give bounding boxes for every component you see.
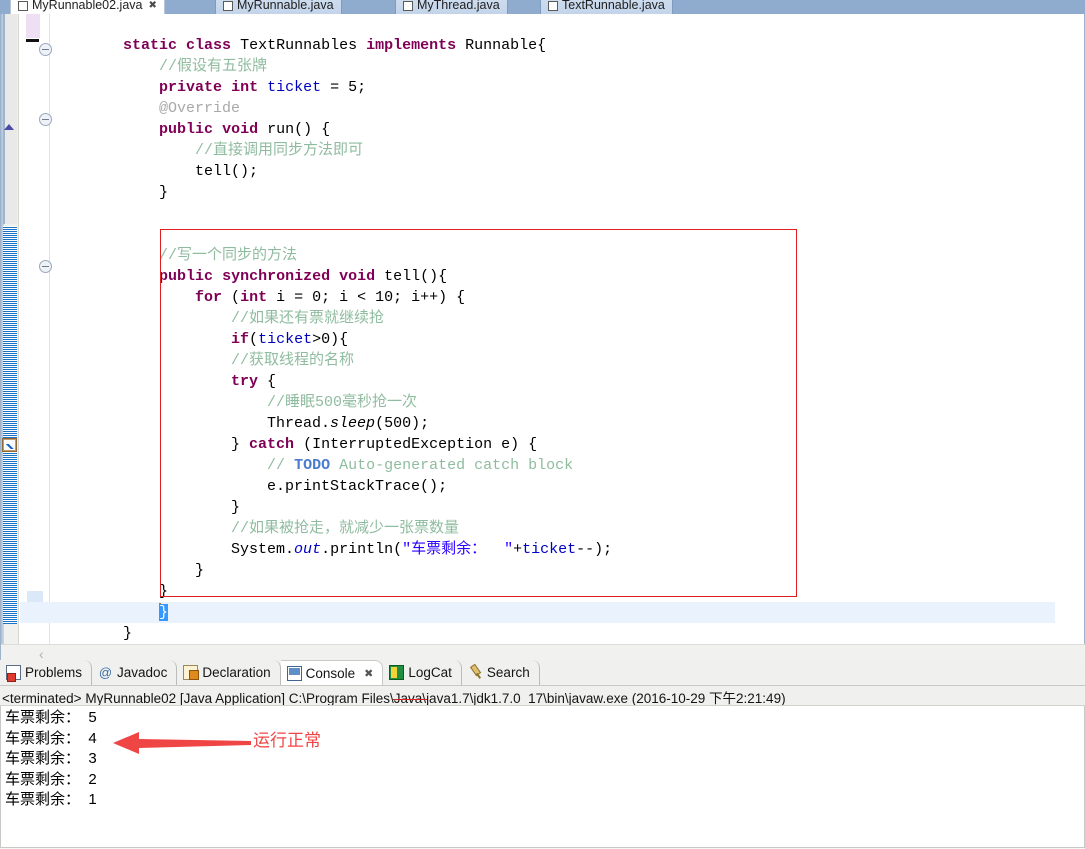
code-line-current[interactable]: } [20, 602, 1055, 623]
editor-overview-ruler[interactable] [1, 14, 19, 644]
launch-timestamp: (2016-10-29 下午2:21:49) [631, 691, 786, 706]
code-line[interactable]: e.printStackTrace(); [51, 476, 1084, 497]
gutter-black-marker [26, 39, 39, 42]
code-line[interactable]: public synchronized void tell(){ [51, 266, 1084, 287]
close-icon[interactable]: ✖ [149, 0, 157, 11]
code-line[interactable]: //如果被抢走，就减少一张票数量 [51, 518, 1084, 539]
ruler-upper-block[interactable] [3, 14, 17, 224]
code-line[interactable]: //假设有五张牌 [51, 56, 1084, 77]
ruler-track[interactable] [3, 14, 17, 644]
java-file-icon [223, 1, 233, 11]
bottom-tab-problems[interactable]: Problems [0, 660, 93, 685]
terminated-status: <terminated> [2, 691, 82, 706]
console-icon [286, 665, 302, 681]
bottom-tab-declaration[interactable]: Declaration [177, 660, 281, 685]
bottom-tab-label: Console [305, 665, 356, 681]
bottom-tab-console[interactable]: Console ✖ [280, 660, 384, 685]
code-line[interactable]: //直接调用同步方法即可 [51, 140, 1084, 161]
console-output-line: 车票剩余： 5 [5, 709, 97, 726]
close-icon[interactable]: ✖ [364, 667, 373, 680]
console-output-line: 车票剩余： 2 [5, 770, 97, 788]
bottom-tab-search[interactable]: Search [462, 660, 540, 685]
editor-tab-textrunnable-java[interactable]: TextRunnable.java [540, 0, 673, 14]
code-line[interactable]: if(ticket>0){ [51, 329, 1084, 350]
code-line[interactable]: public void run() { [51, 119, 1084, 140]
javadoc-icon: @ [98, 665, 113, 680]
console-launch-description: <terminated> MyRunnable02 [Java Applicat… [0, 686, 1085, 706]
code-content[interactable]: static class TextRunnables implements Ru… [20, 14, 1084, 644]
code-line[interactable]: @Override [51, 98, 1084, 119]
code-line[interactable]: private int ticket = 5; [51, 77, 1084, 98]
console-output-line: 车票剩余： 3 [5, 750, 97, 767]
launch-path-prefix: C:\Program Files\ [288, 691, 394, 706]
code-line[interactable]: //获取线程的名称 [51, 350, 1084, 371]
launch-path-struck-segment: Java\ [393, 691, 427, 706]
gutter-change-marker [26, 14, 40, 38]
search-icon [465, 662, 486, 683]
code-line[interactable] [51, 203, 1084, 224]
code-line[interactable]: //睡眠500毫秒抢一次 [51, 392, 1084, 413]
editor-tab-label: MyRunnable02.java [32, 0, 143, 12]
launch-path-suffix: java1.7\jdk1.7.0_17\bin\javaw.exe [426, 691, 628, 706]
code-line[interactable]: System.out.println("车票剩余： "+ticket--); [51, 539, 1084, 560]
code-line[interactable]: //写一个同步的方法 [51, 245, 1084, 266]
selected-brace[interactable]: } [159, 604, 169, 621]
code-line[interactable]: tell(); [51, 161, 1084, 182]
editor-tab-myrunnable02-java[interactable]: MyRunnable02.java ✖ [10, 0, 165, 14]
java-source-editor[interactable]: static class TextRunnables implements Ru… [0, 14, 1085, 662]
console-output-area[interactable]: 车票剩余： 5 车票剩余： 4 车票剩余： 3 车票剩余： 2 车票剩余： 1 [0, 706, 1085, 848]
ruler-selection-block[interactable] [3, 226, 17, 624]
bottom-view-panel: Problems @ Javadoc Declaration Console ✖ LogCa… [0, 660, 1085, 849]
bottom-tab-logcat[interactable]: LogCat [383, 660, 462, 685]
launch-program-name: MyRunnable02 [85, 691, 177, 706]
editor-tab-strip: MyRunnable02.java ✖ MyRunnable.java MyThrea… [0, 0, 1085, 14]
code-line[interactable]: } [51, 497, 1084, 518]
java-file-icon [18, 1, 28, 11]
code-line[interactable]: } [51, 560, 1084, 581]
bottom-tab-javadoc[interactable]: @ Javadoc [92, 660, 178, 685]
bottom-tab-bar: Problems @ Javadoc Declaration Console ✖ LogCa… [0, 660, 1085, 686]
editor-folding-gutter[interactable] [20, 14, 52, 644]
bottom-tab-label: Problems [25, 665, 83, 680]
code-line[interactable]: static class TextRunnables implements Ru… [51, 35, 1084, 56]
console-output-line: 车票剩余： 4 [5, 729, 97, 747]
ruler-up-arrow-icon[interactable] [4, 124, 14, 130]
code-line[interactable]: //如果还有票就继续抢 [51, 308, 1084, 329]
code-line[interactable]: // TODO Auto-generated catch block [51, 455, 1084, 476]
code-line[interactable] [51, 224, 1084, 245]
code-line[interactable]: } [51, 623, 1084, 644]
code-line[interactable] [51, 14, 1084, 35]
code-line[interactable]: } [51, 581, 1084, 602]
console-output-line: 车票剩余： 1 [5, 791, 97, 808]
editor-tab-label: MyRunnable.java [237, 0, 334, 12]
bottom-tab-label: Search [486, 665, 530, 680]
declaration-icon [183, 665, 200, 680]
code-line[interactable]: Thread.sleep(500); [51, 413, 1084, 434]
editor-tab-label: MyThread.java [417, 0, 500, 12]
logcat-icon [389, 665, 405, 680]
tab-strip-filler [1039, 0, 1085, 14]
bottom-tab-label: Javadoc [117, 665, 168, 680]
editor-tab-mythread-java[interactable]: MyThread.java [395, 0, 508, 14]
code-line[interactable]: } catch (InterruptedException e) { [51, 434, 1084, 455]
code-line[interactable]: try { [51, 371, 1084, 392]
java-file-icon [548, 1, 558, 11]
ruler-edit-marker-icon[interactable] [2, 438, 17, 452]
editor-tab-myrunnable-java[interactable]: MyRunnable.java [215, 0, 342, 14]
problems-icon [6, 665, 21, 682]
eclipse-ide-window: MyRunnable02.java ✖ MyRunnable.java MyThrea… [0, 0, 1085, 849]
launch-type: [Java Application] [179, 691, 285, 706]
editor-footer: ‹ [1, 644, 1085, 662]
code-line[interactable]: } [51, 182, 1084, 203]
java-file-icon [403, 1, 413, 11]
bottom-tab-label: Declaration [202, 665, 271, 680]
code-line[interactable]: for (int i = 0; i < 10; i++) { [51, 287, 1084, 308]
bottom-tab-label: LogCat [408, 665, 452, 680]
editor-tab-label: TextRunnable.java [562, 0, 665, 12]
